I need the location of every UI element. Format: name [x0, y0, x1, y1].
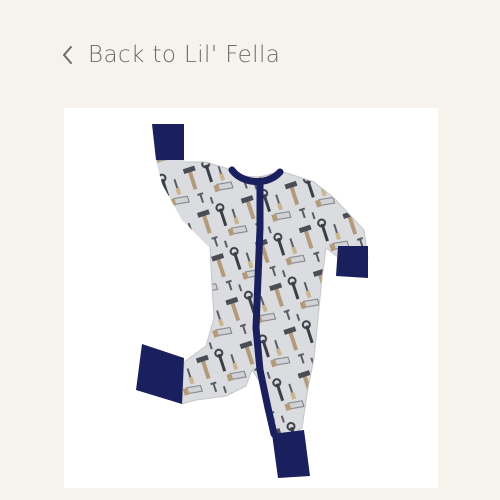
back-link-label: Back to Lil' Fella	[88, 42, 281, 68]
chevron-left-icon	[63, 46, 72, 64]
back-link[interactable]: Back to Lil' Fella	[60, 38, 280, 72]
product-image	[64, 108, 438, 488]
product-image-card[interactable]	[64, 108, 438, 488]
